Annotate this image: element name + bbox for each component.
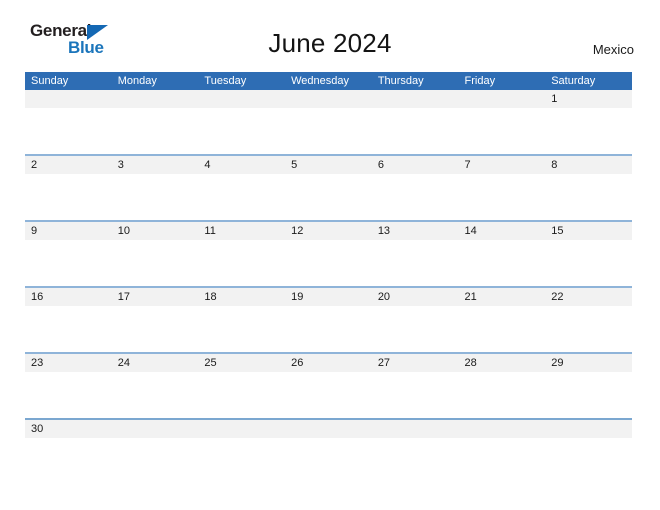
day-cell[interactable]: 1: [545, 90, 632, 108]
calendar-page: General Blue June 2024 Mexico Sunday Mon…: [0, 0, 660, 510]
day-cell[interactable]: 19: [285, 288, 372, 306]
day-cell[interactable]: 8: [545, 156, 632, 174]
day-cell[interactable]: [372, 420, 459, 438]
date-number-band: 23 24 25 26 27 28 29: [25, 354, 632, 372]
day-cell[interactable]: [112, 420, 199, 438]
week-row: 30: [25, 418, 632, 484]
week-row: 9 10 11 12 13 14 15: [25, 220, 632, 286]
day-cell[interactable]: 24: [112, 354, 199, 372]
day-cell[interactable]: 26: [285, 354, 372, 372]
day-cell[interactable]: 15: [545, 222, 632, 240]
date-number-band: 16 17 18 19 20 21 22: [25, 288, 632, 306]
day-cell[interactable]: 20: [372, 288, 459, 306]
week-row-body[interactable]: [25, 240, 632, 284]
week-row: 16 17 18 19 20 21 22: [25, 286, 632, 352]
weekday-header-thursday: Thursday: [377, 75, 424, 87]
weekday-header-saturday: Saturday: [551, 75, 596, 87]
day-cell[interactable]: [198, 420, 285, 438]
weekday-header-friday: Friday: [464, 75, 496, 87]
week-row: 1: [25, 90, 632, 154]
day-cell[interactable]: 3: [112, 156, 199, 174]
day-cell[interactable]: 14: [459, 222, 546, 240]
date-number-band: 1: [25, 90, 632, 108]
week-row-body[interactable]: [25, 372, 632, 416]
day-cell[interactable]: 28: [459, 354, 546, 372]
day-cell[interactable]: [285, 90, 372, 108]
day-cell[interactable]: [459, 90, 546, 108]
day-cell[interactable]: 11: [198, 222, 285, 240]
day-cell[interactable]: 21: [459, 288, 546, 306]
day-cell[interactable]: [25, 90, 112, 108]
weekday-header-tuesday: Tuesday: [204, 75, 247, 87]
day-cell[interactable]: 7: [459, 156, 546, 174]
week-row: 23 24 25 26 27 28 29: [25, 352, 632, 418]
day-cell[interactable]: 27: [372, 354, 459, 372]
week-row-body[interactable]: [25, 108, 632, 152]
day-cell[interactable]: 25: [198, 354, 285, 372]
week-row-body[interactable]: [25, 174, 632, 218]
date-number-band: 9 10 11 12 13 14 15: [25, 222, 632, 240]
day-cell[interactable]: [198, 90, 285, 108]
day-cell[interactable]: [285, 420, 372, 438]
day-cell[interactable]: 10: [112, 222, 199, 240]
day-cell[interactable]: [545, 420, 632, 438]
day-cell[interactable]: 30: [25, 420, 112, 438]
weekday-header-sunday: Sunday: [31, 75, 69, 87]
day-cell[interactable]: 22: [545, 288, 632, 306]
day-cell[interactable]: 5: [285, 156, 372, 174]
day-cell[interactable]: 16: [25, 288, 112, 306]
date-number-band: 30: [25, 420, 632, 438]
week-row-body[interactable]: [25, 306, 632, 350]
date-number-band: 2 3 4 5 6 7 8: [25, 156, 632, 174]
page-title: June 2024: [268, 28, 392, 58]
day-cell[interactable]: 17: [112, 288, 199, 306]
region-label: Mexico: [592, 42, 634, 57]
day-cell[interactable]: 29: [545, 354, 632, 372]
day-cell[interactable]: 6: [372, 156, 459, 174]
weekday-header-row: Sunday Monday Tuesday Wednesday Thursday…: [25, 72, 632, 90]
day-cell[interactable]: 2: [25, 156, 112, 174]
day-cell[interactable]: [112, 90, 199, 108]
week-row-body[interactable]: [25, 438, 632, 482]
day-cell[interactable]: 13: [372, 222, 459, 240]
page-header: General Blue June 2024 Mexico: [0, 0, 660, 68]
day-cell[interactable]: 9: [25, 222, 112, 240]
weekday-header-monday: Monday: [117, 75, 157, 87]
day-cell[interactable]: [372, 90, 459, 108]
day-cell[interactable]: 18: [198, 288, 285, 306]
weekday-header-wednesday: Wednesday: [291, 75, 349, 87]
week-row: 2 3 4 5 6 7 8: [25, 154, 632, 220]
calendar-grid: Sunday Monday Tuesday Wednesday Thursday…: [25, 72, 632, 484]
day-cell[interactable]: [459, 420, 546, 438]
day-cell[interactable]: 4: [198, 156, 285, 174]
day-cell[interactable]: 12: [285, 222, 372, 240]
day-cell[interactable]: 23: [25, 354, 112, 372]
